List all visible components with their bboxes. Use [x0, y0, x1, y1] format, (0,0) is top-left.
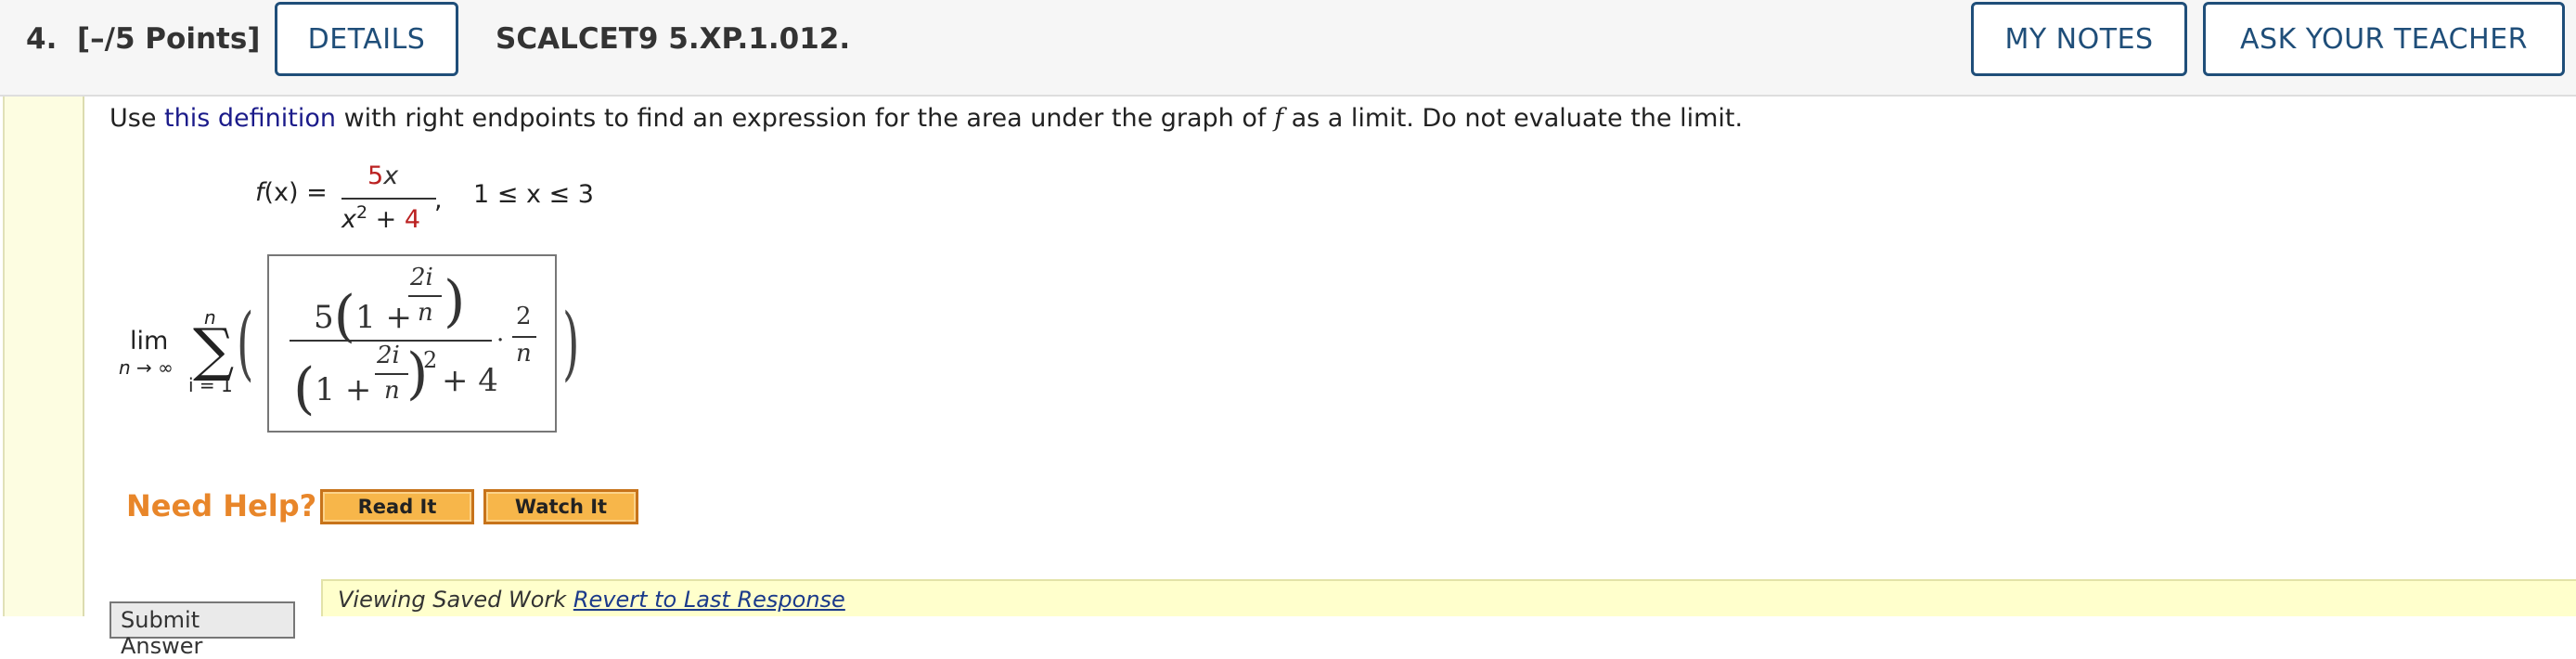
function-lhs: f(x) = — [255, 178, 328, 207]
answer-denominator: (1 + — [293, 356, 372, 421]
question-left-bar — [3, 97, 84, 616]
question-number: 4. [–/5 Points] — [26, 22, 261, 56]
lim-subscript: n → ∞ — [119, 356, 174, 379]
need-help-label: Need Help? — [126, 488, 317, 523]
my-notes-button[interactable]: MY NOTES — [1971, 2, 2187, 76]
submit-answer-button[interactable]: Submit Answer — [109, 601, 295, 659]
function-fraction-bar — [341, 198, 436, 200]
multiply-dot: · — [496, 327, 505, 355]
question-header: 4. [–/5 Points] DETAILS SCALCET9 5.XP.1.… — [0, 0, 2576, 97]
answer-den-exponent: 2 — [423, 347, 438, 373]
function-numerator: 5x — [367, 162, 399, 190]
sum-lower-bound: i = 1 — [188, 374, 233, 396]
answer-num-close: ) — [444, 269, 466, 334]
delta-x-numerator: 2 — [516, 303, 532, 330]
answer-den-inner-bar — [375, 373, 408, 375]
answer-numerator: 5(1 + — [314, 284, 412, 349]
ask-teacher-button[interactable]: ASK YOUR TEACHER — [2203, 2, 2565, 76]
answer-num-2i: 2i — [410, 264, 433, 291]
read-it-button[interactable]: Read It — [320, 489, 474, 524]
watch-it-button[interactable]: Watch It — [483, 489, 638, 524]
lim-label: lim — [130, 327, 169, 355]
open-paren: ( — [237, 297, 254, 390]
answer-den-2i: 2i — [377, 342, 400, 369]
function-denominator: x2 + 4 — [341, 202, 421, 234]
answer-den-plus-four: + 4 — [442, 362, 498, 399]
question-code: SCALCET9 5.XP.1.012. — [496, 22, 851, 56]
close-paren: ) — [562, 297, 580, 390]
question-prompt: Use this definition with right endpoints… — [109, 104, 1744, 133]
saved-work-bar: Viewing Saved Work Revert to Last Respon… — [321, 579, 2576, 616]
function-domain: 1 ≤ x ≤ 3 — [473, 180, 594, 209]
answer-num-inner-bar — [408, 295, 442, 297]
delta-x-denominator: n — [516, 340, 532, 368]
delta-x-bar — [512, 336, 536, 338]
function-comma: , — [434, 186, 443, 214]
answer-num-n: n — [418, 299, 433, 327]
details-button[interactable]: DETAILS — [275, 2, 458, 76]
revert-link[interactable]: Revert to Last Response — [573, 587, 845, 613]
definition-link[interactable]: this definition — [164, 104, 336, 133]
answer-den-n: n — [384, 377, 400, 405]
saved-work-text: Viewing Saved Work Revert to Last Respon… — [338, 587, 845, 613]
